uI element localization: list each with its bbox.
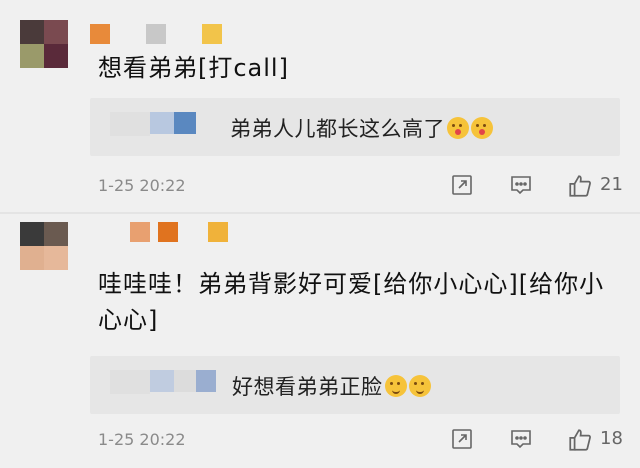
share-button[interactable] [450, 427, 474, 455]
comment-icon [511, 430, 531, 449]
like-count: 18 [600, 428, 623, 449]
avatar[interactable] [20, 222, 68, 270]
username-blurred[interactable] [130, 222, 264, 244]
reply-button[interactable] [509, 427, 533, 455]
thumbs-up-icon [569, 429, 591, 451]
thinking-emoji [384, 375, 407, 397]
share-icon [452, 429, 472, 449]
reply-box[interactable]: 好想看弟弟正脸 [90, 356, 620, 414]
comment-text: 哇哇哇！弟弟背影好可爱[给你小心心][给你小心心] [98, 270, 605, 334]
reply-text: 好想看弟弟正脸 [232, 371, 431, 401]
comment-item-2: 哇哇哇！弟弟背影好可爱[给你小心心][给你小心心] 好想看弟弟正脸 1-25 2… [0, 0, 640, 468]
timestamp: 1-25 20:22 [98, 430, 186, 449]
thinking-emoji [408, 375, 431, 397]
reply-username-blurred[interactable] [110, 370, 216, 394]
like-button[interactable] [567, 427, 593, 457]
